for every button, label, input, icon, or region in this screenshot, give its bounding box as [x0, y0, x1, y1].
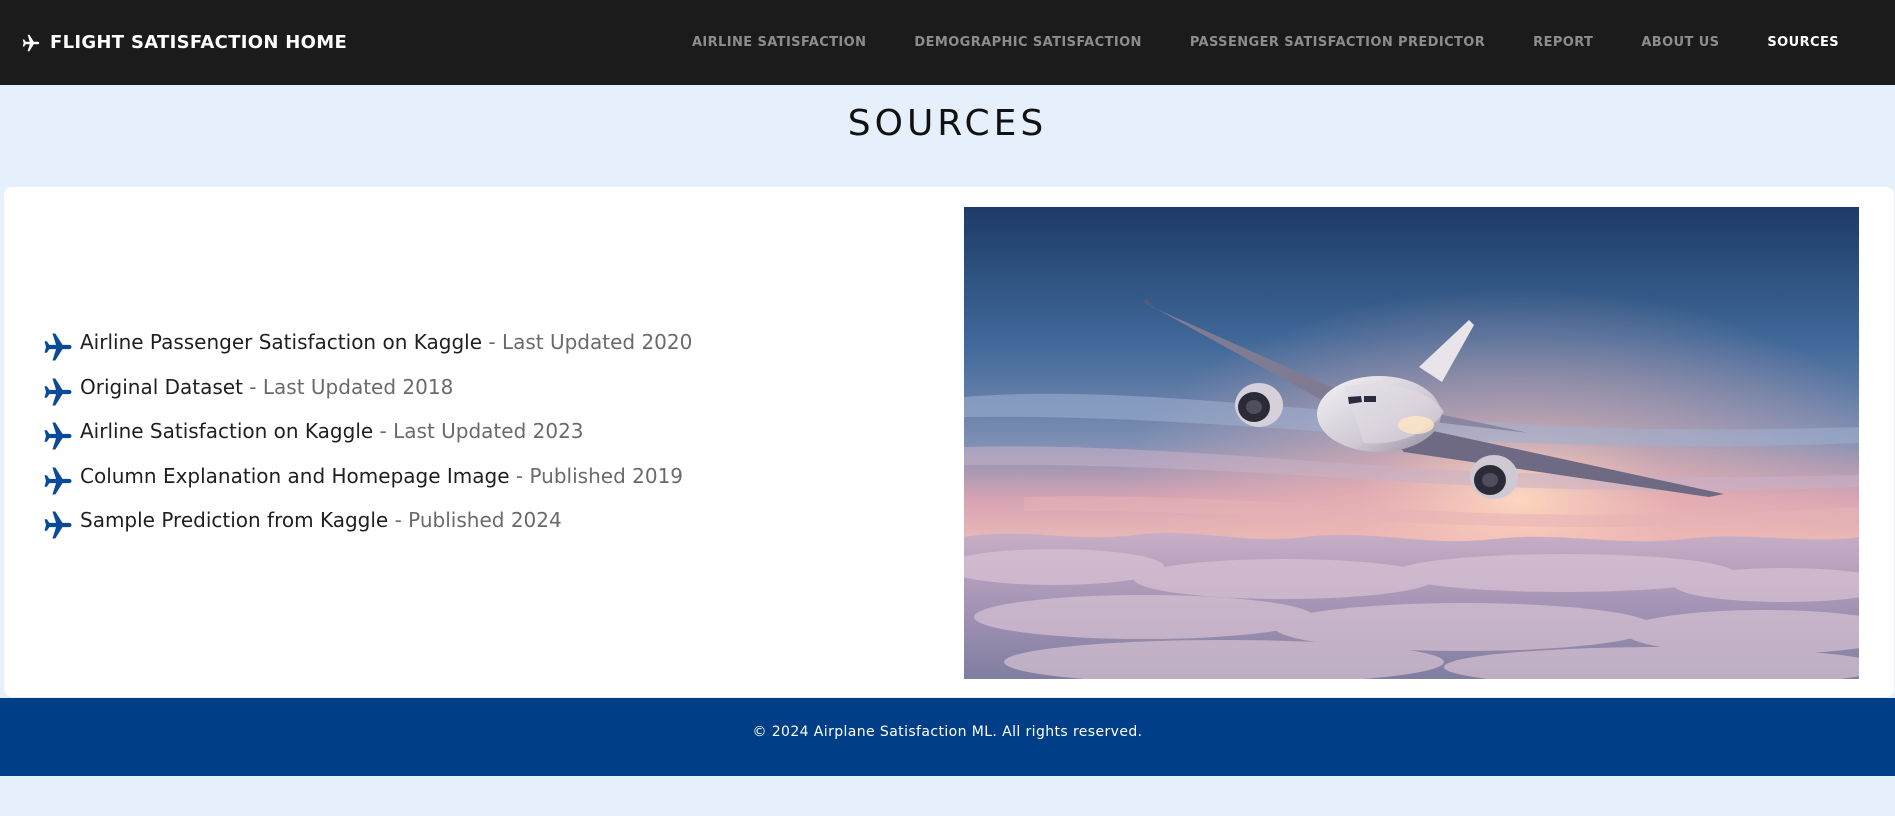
source-link[interactable]: Sample Prediction from Kaggle: [80, 507, 388, 533]
brand-home-link[interactable]: FLIGHT SATISFACTION HOME: [20, 32, 347, 54]
source-item: Sample Prediction from Kaggle - Publishe…: [40, 507, 692, 552]
source-separator: -: [509, 463, 530, 488]
source-separator: -: [388, 508, 409, 532]
sources-card: Airline Passenger Satisfaction on Kaggle…: [4, 187, 1894, 697]
source-link[interactable]: Original Dataset: [80, 374, 243, 400]
nav-link-passenger-satisfaction-predictor[interactable]: PASSENGER SATISFACTION PREDICTOR: [1190, 35, 1485, 50]
source-date-note: Last Updated 2023: [393, 419, 584, 443]
airplane-bullet-icon: [44, 422, 72, 450]
source-link[interactable]: Column Explanation and Homepage Image: [80, 463, 510, 489]
source-item: Original Dataset - Last Updated 2018: [40, 374, 692, 419]
navbar: FLIGHT SATISFACTION HOME AIRLINE SATISFA…: [0, 0, 1895, 85]
airplane-bullet-icon: [44, 511, 72, 539]
airplane-photo-illustration: [964, 207, 1859, 679]
source-separator: -: [373, 419, 394, 443]
airplane-bullet-icon: [44, 378, 72, 405]
source-date-note: Published 2019: [529, 463, 684, 488]
source-item: Column Explanation and Homepage Image - …: [40, 463, 692, 508]
nav-links: AIRLINE SATISFACTION DEMOGRAPHIC SATISFA…: [644, 35, 1839, 50]
source-item: Airline Passenger Satisfaction on Kaggle…: [40, 329, 692, 374]
sources-list: Airline Passenger Satisfaction on Kaggle…: [40, 329, 692, 552]
airplane-bullet-icon: [44, 467, 72, 494]
hero-image-airplane-above-clouds: [964, 207, 1859, 679]
source-link[interactable]: Airline Passenger Satisfaction on Kaggle: [80, 329, 482, 355]
nav-link-demographic-satisfaction[interactable]: DEMOGRAPHIC SATISFACTION: [914, 35, 1141, 50]
source-date-note: Published 2024: [408, 508, 562, 532]
airplane-icon: [22, 34, 40, 51]
page-title: SOURCES: [847, 103, 1048, 144]
nav-link-about-us[interactable]: ABOUT US: [1641, 35, 1719, 50]
footer-copyright: © 2024 Airplane Satisfaction ML. All rig…: [752, 724, 1143, 740]
source-separator: -: [482, 330, 502, 354]
airplane-bullet-icon: [44, 333, 72, 361]
source-link[interactable]: Airline Satisfaction on Kaggle: [80, 418, 373, 444]
source-item: Airline Satisfaction on Kaggle - Last Up…: [40, 418, 692, 463]
nav-link-report[interactable]: REPORT: [1533, 35, 1593, 50]
source-date-note: Last Updated 2020: [501, 330, 693, 354]
source-date-note: Last Updated 2018: [262, 374, 454, 399]
brand-label: FLIGHT SATISFACTION HOME: [50, 32, 348, 53]
source-separator: -: [242, 374, 263, 399]
nav-link-sources[interactable]: SOURCES: [1767, 35, 1839, 50]
nav-link-airline-satisfaction[interactable]: AIRLINE SATISFACTION: [692, 35, 866, 50]
footer: © 2024 Airplane Satisfaction ML. All rig…: [0, 698, 1895, 776]
